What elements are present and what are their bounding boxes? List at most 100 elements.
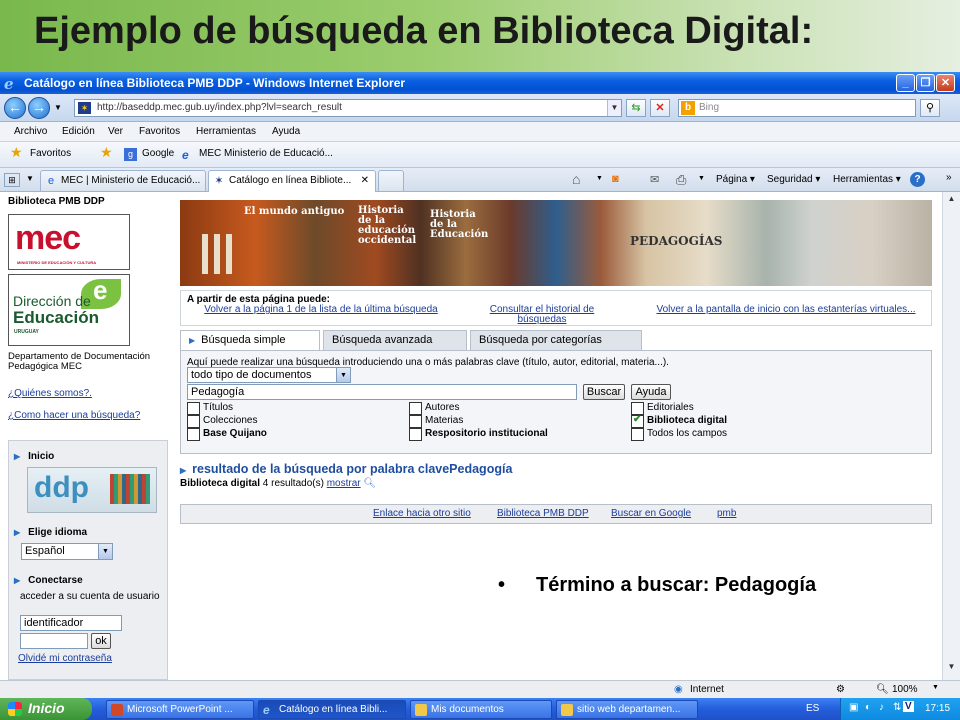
help-icon[interactable]: ? [910, 172, 925, 187]
menu-favoritos[interactable]: Favoritos [139, 126, 180, 137]
taskbar-ie[interactable]: e Catálogo en línea Bibli... [258, 700, 406, 719]
link-pmb[interactable]: pmb [717, 508, 736, 519]
checkbox-materias[interactable]: Materias [409, 415, 463, 428]
buscar-button[interactable]: Buscar [583, 384, 625, 400]
inicio-heading[interactable]: ▶ Inicio [14, 451, 54, 462]
print-dropdown-icon[interactable]: ▼ [698, 175, 705, 182]
zoom-icon[interactable]: 🔍︎ [876, 684, 889, 695]
zoom-level[interactable]: 100% [892, 684, 918, 695]
doc-type-select[interactable]: todo tipo de documentos ▼ [187, 367, 351, 383]
menu-ver[interactable]: Ver [108, 126, 123, 137]
magnifier-icon[interactable]: 🔍︎ [363, 478, 376, 489]
mail-icon[interactable]: ✉ [650, 173, 659, 186]
username-input[interactable]: identificador [20, 615, 122, 631]
checkbox-biblioteca-digital[interactable]: Biblioteca digital [631, 414, 727, 428]
menu-edicion[interactable]: Edición [62, 126, 95, 137]
favorites-star-icon[interactable]: ★ [10, 144, 23, 161]
forward-icon[interactable]: → [28, 97, 50, 119]
search-go-icon[interactable]: ⚲ [920, 99, 940, 117]
banner-book-4: PEDAGOGÍAS [630, 234, 723, 248]
search-input[interactable]: Pedagogía [187, 384, 577, 400]
link-biblioteca[interactable]: Biblioteca PMB DDP [497, 508, 589, 519]
checkbox-editoriales[interactable]: Editoriales [631, 402, 694, 415]
forgot-password-link[interactable]: Olvidé mi contraseña [18, 653, 112, 664]
feeds-icon[interactable]: ◙ [612, 173, 619, 185]
taskbar-sitio-web[interactable]: sitio web departamen... [556, 700, 698, 719]
menu-ayuda[interactable]: Ayuda [272, 126, 300, 137]
cmd-pagina[interactable]: Página ▾ [716, 174, 755, 185]
language-indicator[interactable]: ES [806, 703, 819, 714]
ayuda-button[interactable]: Ayuda [631, 384, 671, 400]
footer-links: Enlace hacia otro sitio Biblioteca PMB D… [180, 504, 932, 524]
checkbox-autores[interactable]: Autores [409, 402, 459, 415]
tab-list-dropdown-icon[interactable]: ▼ [26, 174, 34, 183]
zoom-dropdown-icon[interactable]: ▼ [932, 684, 939, 691]
checkbox-repositorio[interactable]: Respositorio institucional [409, 428, 548, 441]
compat-view-icon[interactable]: ⇆ [626, 99, 646, 117]
window-titlebar[interactable]: e Catálogo en línea Biblioteca PMB DDP -… [0, 72, 960, 94]
tab-mec[interactable]: e MEC | Ministerio de Educació... [40, 170, 206, 191]
link-quienes-somos[interactable]: ¿Quiénes somos?. [8, 388, 92, 399]
search-box[interactable]: b Bing [678, 99, 916, 117]
checkbox-todos-campos[interactable]: Todos los campos [631, 428, 727, 441]
link-back-results[interactable]: Volver a la página 1 de la lista de la ú… [201, 305, 441, 315]
taskbar-powerpoint[interactable]: Microsoft PowerPoint ... [106, 700, 254, 719]
tab-catalogo[interactable]: ✶ Catálogo en línea Bibliote... ✕ [208, 170, 376, 192]
tab-busqueda-categorias[interactable]: Búsqueda por categorías [470, 330, 642, 350]
menu-herramientas[interactable]: Herramientas [196, 126, 256, 137]
tray-icon[interactable]: ▣ [849, 702, 858, 713]
antivirus-icon[interactable]: V [903, 701, 914, 712]
new-tab-button[interactable] [378, 170, 404, 191]
favorite-mec[interactable]: MEC Ministerio de Educació... [199, 148, 333, 159]
network-icon[interactable]: ⇅ [893, 702, 901, 713]
ok-button[interactable]: ok [91, 633, 111, 649]
quick-tabs-icon[interactable]: ⊞ [4, 173, 20, 187]
taskbar-mis-documentos[interactable]: Mis documentos [410, 700, 552, 719]
stop-icon[interactable]: ✕ [650, 99, 670, 117]
scroll-up-icon[interactable]: ▲ [945, 194, 958, 208]
home-dropdown-icon[interactable]: ▼ [596, 175, 603, 182]
ddp-logo[interactable]: ddp [27, 467, 157, 513]
tab-close-icon[interactable]: ✕ [361, 175, 369, 186]
back-icon[interactable]: ← [4, 97, 26, 119]
home-icon[interactable]: ⌂ [572, 171, 580, 187]
cmd-seguridad[interactable]: Seguridad ▾ [767, 174, 820, 185]
scroll-down-icon[interactable]: ▼ [945, 662, 958, 676]
chevron-more-icon[interactable]: » [946, 172, 952, 183]
link-google[interactable]: Buscar en Google [611, 508, 691, 519]
link-search-history[interactable]: Consultar el historial de búsquedas [477, 305, 607, 325]
checkbox-titulos[interactable]: Títulos [187, 402, 233, 415]
vertical-scrollbar[interactable]: ▲ ▼ [942, 192, 960, 680]
url-dropdown-icon[interactable]: ▼ [607, 100, 621, 116]
add-favorite-icon[interactable]: ★ [100, 144, 113, 161]
history-dropdown-icon[interactable]: ▼ [54, 103, 62, 112]
tray-icon[interactable]: ◐ [865, 702, 871, 713]
security-icon[interactable]: ⚙ [836, 684, 845, 695]
password-input[interactable] [20, 633, 88, 649]
results-title[interactable]: ▶ resultado de la búsqueda por palabra cl… [180, 462, 512, 476]
minimize-button[interactable]: _ [896, 74, 915, 92]
tab-bar: ⊞ ▼ e MEC | Ministerio de Educació... ✶ … [0, 168, 960, 192]
menu-archivo[interactable]: Archivo [14, 126, 47, 137]
mec-logo[interactable]: mec MINISTERIO DE EDUCACIÓN Y CULTURA [8, 214, 130, 270]
maximize-button[interactable]: ❐ [916, 74, 935, 92]
mostrar-link[interactable]: mostrar [327, 478, 361, 489]
link-home-shelves[interactable]: Volver a la pantalla de inicio con las e… [651, 305, 921, 315]
cmd-herramientas[interactable]: Herramientas ▾ [833, 174, 901, 185]
favorite-google[interactable]: Google [142, 148, 174, 159]
favorites-button[interactable]: Favoritos [30, 148, 71, 159]
url-field[interactable]: ✶ http://baseddp.mec.gub.uy/index.php?lv… [74, 99, 622, 117]
volume-icon[interactable]: ♪ [879, 702, 884, 713]
link-otro-sitio[interactable]: Enlace hacia otro sitio [373, 508, 471, 519]
close-button[interactable]: ✕ [936, 74, 955, 92]
link-como-buscar[interactable]: ¿Como hacer una búsqueda? [8, 410, 140, 421]
direccion-educacion-logo[interactable]: e Dirección de Educación URUGUAY [8, 274, 130, 346]
print-icon[interactable]: ⎙ [676, 172, 686, 188]
checkbox-base-quijano[interactable]: Base Quijano [187, 428, 267, 441]
tab-busqueda-simple[interactable]: ▶ Búsqueda simple [180, 330, 320, 350]
start-button[interactable]: Inicio [0, 698, 92, 720]
checkbox-colecciones[interactable]: Colecciones [187, 415, 257, 428]
language-select[interactable]: Español ▼ [21, 543, 113, 560]
clock[interactable]: 17:15 [925, 703, 950, 714]
tab-busqueda-avanzada[interactable]: Búsqueda avanzada [323, 330, 467, 350]
